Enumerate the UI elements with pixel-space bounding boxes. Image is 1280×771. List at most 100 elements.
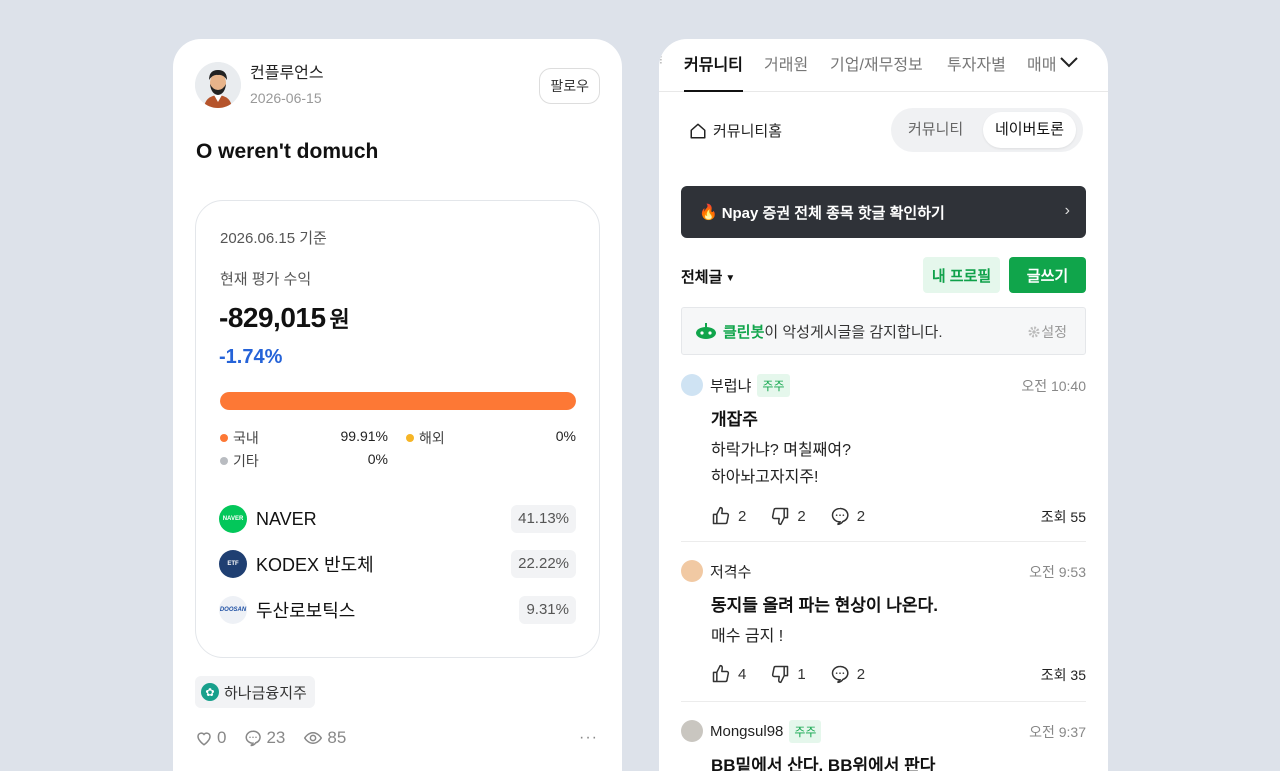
dislike-button[interactable]: 1 [770,664,806,684]
follow-button[interactable]: 팔로우 [539,68,600,104]
post-username[interactable]: 저격수 [710,561,751,582]
view-count: 조회 55 [1040,509,1086,525]
heart-icon [197,732,211,746]
tab-broker[interactable]: 거래원 [764,51,808,92]
cleanbot-name: 클린봇 [723,323,765,341]
segment-community[interactable]: 커뮤니티 [896,112,975,148]
fire-icon: 🔥 [699,204,718,221]
holding-row[interactable]: DOOSAN 두산로보틱스 [219,595,355,625]
divider [681,541,1086,542]
comment-count: 23 [266,728,286,747]
author-name[interactable]: 컨플루언스 [250,64,324,84]
tab-investor[interactable]: 투자자별 [947,51,1006,92]
allocation-bar-domestic [220,392,576,410]
amount-unit: 원 [329,307,350,332]
post-time: 오전 10:40 [1021,378,1086,394]
legend-label: 해외 [419,430,445,446]
naver-logo-icon: NAVER [219,505,247,533]
thumbs-up-icon [712,664,730,683]
like-stat[interactable]: 0 [195,728,226,748]
user-avatar [681,560,703,582]
my-profile-button[interactable]: 내 프로필 [923,257,1000,293]
dislike-button[interactable]: 2 [770,506,806,526]
holding-percent: 9.31% [519,596,576,624]
cleanbot-settings[interactable]: 설정 [1027,322,1067,342]
list-item[interactable]: 저격수 오전 9:53 동지들 올려 파는 현상이 나온다. 매수 금지 ! 4… [681,559,1086,686]
post-username[interactable]: 부럽냐 [710,375,751,396]
post-filter-dropdown[interactable]: 전체글 ▼ [681,266,735,287]
post-body: 매수 금지 ! [711,623,1086,650]
hot-posts-banner[interactable]: 🔥 Npay 증권 전체 종목 핫글 확인하기 › [681,186,1086,238]
segment-toggle: 커뮤니티 네이버토론 [891,108,1083,152]
portfolio-as-of-date: 2026.06.15 기준 [220,230,327,247]
user-avatar [681,720,703,742]
settings-label: 설정 [1041,324,1067,340]
post-title: O weren't domuch [196,140,379,163]
holding-row[interactable]: NAVER NAVER [219,504,317,534]
post-username[interactable]: Mongsul98 [710,723,783,740]
doosan-logo-icon: DOOSAN [219,596,247,624]
post-title[interactable]: 개잡주 [711,405,1086,430]
post-title[interactable]: BB밑에서 산다. BB위에서 판다 [711,751,1086,771]
comment-stat[interactable]: 23 [244,728,285,748]
post-title[interactable]: 동지들 올려 파는 현상이 나온다. [711,591,1086,616]
stock-tag[interactable]: ✿ 하나금융지주 [195,676,315,708]
list-item[interactable]: 부럽냐 주주 오전 10:40 개잡주 하락가냐? 며칠째여? 하아놔고자지주!… [681,373,1086,528]
post-date: 2026-06-15 [250,89,322,106]
holding-row[interactable]: ETF KODEX 반도체 [219,549,374,579]
post-stats: 0 23 85 [195,728,364,748]
write-button[interactable]: 글쓰기 [1009,257,1086,293]
shareholder-badge: 주주 [757,373,790,397]
legend-dot-icon [220,434,228,442]
post-author[interactable]: 컨플루언스 2026-06-15 [195,62,324,108]
comment-count: 2 [856,665,866,683]
legend-value: 0% [367,451,388,467]
post-line: 하아놔고자지주! [711,469,819,486]
community-panel: ⁝ 커뮤니티 거래원 기업/재무정보 투자자별 매매 커뮤니티홈 커뮤니티 네이… [659,39,1108,771]
comment-icon [831,507,849,526]
chevron-right-icon: › [1064,202,1070,219]
cleanbot-text: 이 악성게시글을 감지합니다. [764,323,943,341]
background-frame: 컨플루언스 2026-06-15 팔로우 O weren't domuch 20… [0,0,1280,771]
legend-domestic: 국내 [220,428,259,448]
tab-trading[interactable]: 매매 [1027,51,1056,92]
divider [681,701,1086,702]
post-line: 하락가냐? 며칠째여? [711,442,852,459]
holding-percent: 22.22% [511,550,576,578]
comment-button[interactable]: 2 [830,664,865,684]
legend-dot-icon [220,457,228,465]
list-item[interactable]: Mongsul98 주주 오전 9:37 BB밑에서 산다. BB위에서 판다 [681,719,1086,771]
like-count: 4 [738,665,747,683]
tab-scroll-edge-icon: ⁝ [659,53,663,67]
portfolio-post-card: 컨플루언스 2026-06-15 팔로우 O weren't domuch 20… [173,39,622,771]
etf-logo-icon: ETF [219,550,247,578]
legend-value: 0% [555,428,576,444]
chevron-down-icon[interactable] [1059,55,1079,69]
holding-name: 두산로보틱스 [256,601,356,621]
like-count: 0 [217,728,227,747]
legend-dot-icon [406,434,414,442]
tab-company-finance[interactable]: 기업/재무정보 [830,51,923,92]
comment-icon [245,730,262,747]
stock-tag-label: 하나금융지주 [224,684,307,702]
filter-label: 전체글 [681,269,723,286]
legend-label: 기타 [233,453,259,469]
caret-down-icon: ▼ [725,273,736,284]
thumbs-up-icon [712,506,730,525]
avatar [195,62,241,108]
tab-community[interactable]: 커뮤니티 [684,51,743,92]
community-home-link[interactable]: 커뮤니티홈 [689,120,782,141]
gear-icon [1028,326,1040,338]
like-button[interactable]: 4 [711,664,746,684]
more-options-icon[interactable]: ··· [579,729,598,747]
like-count: 2 [738,507,747,525]
comment-button[interactable]: 2 [830,506,865,526]
segment-naver-discussion[interactable]: 네이버토론 [983,112,1077,148]
legend-label: 국내 [233,430,259,446]
shareholder-badge: 주주 [789,719,822,743]
like-button[interactable]: 2 [711,506,746,526]
holding-name: KODEX 반도체 [256,555,374,575]
tab-bar: ⁝ 커뮤니티 거래원 기업/재무정보 투자자별 매매 [659,39,1108,92]
holding-name: NAVER [256,508,317,529]
legend-value: 99.91% [340,428,388,444]
